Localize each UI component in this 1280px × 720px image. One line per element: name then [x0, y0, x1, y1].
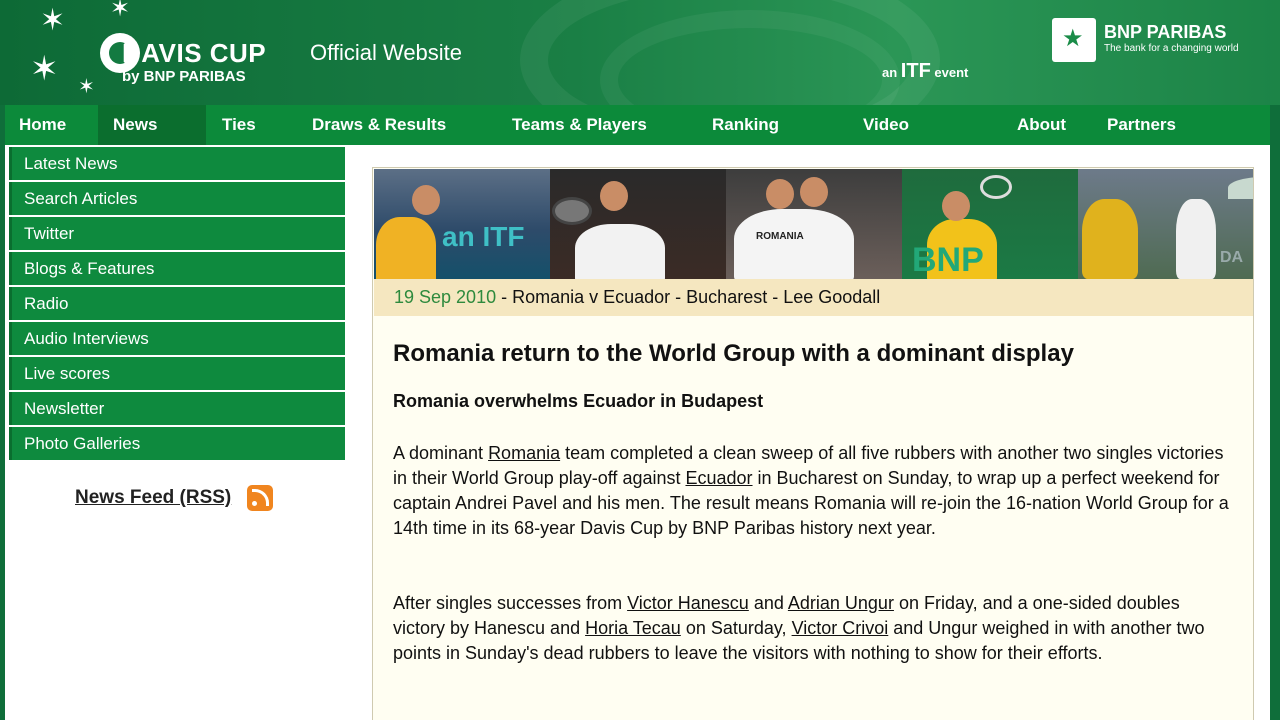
sidebar-item-newsletter[interactable]: Newsletter [9, 392, 345, 425]
bnp-paribas-logo-icon[interactable] [1052, 18, 1096, 62]
photo-banner-text: BNP [912, 241, 984, 279]
article-text: After singles successes from [393, 593, 628, 613]
photo-player-3: BNP [902, 169, 1078, 279]
nav-news[interactable]: News [98, 105, 206, 145]
photo-strip: an ITF ROMANIA BNP DA [374, 169, 1253, 279]
photo-board-text: DA [1220, 249, 1244, 266]
article-panel: an ITF ROMANIA BNP DA 19 Sep 2010 - Roma… [372, 167, 1254, 720]
sidebar-item-search-articles[interactable]: Search Articles [9, 182, 345, 215]
article-meta: - Romania v Ecuador - Bucharest - Lee Go… [496, 287, 881, 307]
article-paragraph: After singles successes from Victor Hane… [393, 591, 1233, 666]
sidebar-item-radio[interactable]: Radio [9, 287, 345, 320]
star-icon: ✶ [110, 0, 131, 22]
nav-teams-players[interactable]: Teams & Players [498, 105, 698, 145]
nav-about[interactable]: About [1003, 105, 1093, 145]
site-label: Official Website [310, 40, 463, 65]
itf-suffix: event [934, 65, 969, 80]
photo-player-1: an ITF [374, 169, 550, 279]
article-paragraph: A dominant Romania team completed a clea… [393, 441, 1233, 541]
nav-ties[interactable]: Ties [206, 105, 298, 145]
star-icon: ✶ [78, 74, 95, 98]
article-date: 19 Sep 2010 [394, 287, 497, 307]
photo-players-embrace: ROMANIA [726, 169, 902, 279]
article-link[interactable]: Horia Tecau [585, 618, 681, 638]
nav-draws-results[interactable]: Draws & Results [298, 105, 498, 145]
sponsor-name: BNP PARIBAS [1104, 22, 1227, 42]
sidebar-item-audio-interviews[interactable]: Audio Interviews [9, 322, 345, 355]
rss-icon[interactable] [247, 485, 274, 511]
photo-caption-text: an ITF [442, 221, 525, 252]
itf-brand: ITF [900, 60, 931, 82]
article-dateline: 19 Sep 2010 - Romania v Ecuador - Buchar… [374, 279, 1253, 316]
nav-ranking[interactable]: Ranking [698, 105, 849, 145]
news-sidebar: Latest News Search Articles Twitter Blog… [9, 147, 345, 462]
photo-shirt-text: ROMANIA [756, 231, 804, 242]
article-subhead: Romania overwhelms Ecuador in Budapest [393, 391, 764, 411]
itf-prefix: an [882, 65, 898, 80]
site-header: ✶ ✶ ✶ ✶ DAVIS CUP by BNP PARIBAS Officia… [0, 0, 1280, 105]
page-body: Latest News Search Articles Twitter Blog… [5, 145, 1270, 720]
logo-title: DAVIS CUP [122, 38, 267, 68]
nav-partners[interactable]: Partners [1093, 105, 1213, 145]
article-link[interactable]: Adrian Ungur [788, 593, 894, 613]
itf-event-badge: an ITF event [882, 60, 968, 83]
sidebar-item-latest-news[interactable]: Latest News [9, 147, 345, 180]
article-text: and [748, 593, 788, 613]
sidebar-item-blogs-features[interactable]: Blogs & Features [9, 252, 345, 285]
article-link[interactable]: Victor Hanescu [627, 593, 749, 613]
sponsor-tagline: The bank for a changing world [1104, 43, 1239, 54]
sidebar-item-live-scores[interactable]: Live scores [9, 357, 345, 390]
article-link[interactable]: Victor Crivoi [792, 618, 889, 638]
sidebar-item-twitter[interactable]: Twitter [9, 217, 345, 250]
article-link[interactable]: Romania [488, 443, 560, 463]
star-icon: ✶ [40, 3, 66, 38]
article-link[interactable]: Ecuador [685, 468, 752, 488]
article-headline: Romania return to the World Group with a… [393, 340, 1074, 367]
photo-player-2 [550, 169, 726, 279]
star-icon: ✶ [30, 49, 59, 89]
rss-feed-block: News Feed (RSS) [75, 485, 274, 511]
photo-team-bench: DA [1078, 169, 1253, 279]
main-nav: Home News Ties Draws & Results Teams & P… [5, 105, 1270, 145]
article-text: A dominant [393, 443, 489, 463]
rss-feed-link[interactable]: News Feed (RSS) [75, 487, 231, 509]
nav-home[interactable]: Home [5, 105, 98, 145]
article-text: on Saturday, [680, 618, 792, 638]
logo-subtitle: by BNP PARIBAS [122, 68, 246, 85]
sidebar-item-photo-galleries[interactable]: Photo Galleries [9, 427, 345, 460]
nav-video[interactable]: Video [849, 105, 1003, 145]
